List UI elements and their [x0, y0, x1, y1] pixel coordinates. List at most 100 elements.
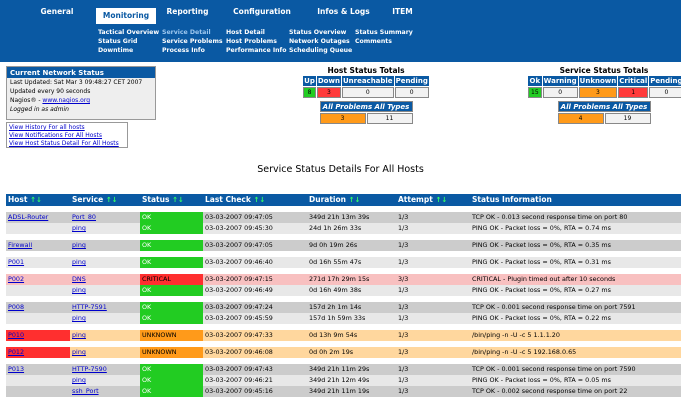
sort-arrows-icon[interactable]: ↑↓: [349, 196, 361, 204]
host-count-up[interactable]: 8: [303, 87, 316, 98]
host-all-problems-header[interactable]: All Problems All Types: [319, 101, 413, 112]
host-all-table: All Problems All Types 3 11: [319, 100, 414, 125]
svc-header-warning[interactable]: Warning: [542, 76, 578, 86]
host-count-down[interactable]: 3: [316, 87, 341, 98]
host-link[interactable]: P013: [8, 365, 24, 373]
host-link[interactable]: P010: [8, 331, 24, 339]
link-view-host-status-detail[interactable]: View Host Status Detail For All Hosts: [9, 140, 125, 148]
status-info: /bin/ping -n -U -c 5 1.1.1.20: [472, 331, 560, 339]
host-link[interactable]: P008: [8, 303, 24, 311]
link-view-history[interactable]: View History For all hosts: [9, 124, 125, 132]
host-link[interactable]: P001: [8, 258, 24, 266]
service-link[interactable]: Port_80: [72, 213, 96, 221]
svc-header-ok[interactable]: Ok: [528, 76, 542, 86]
host-link[interactable]: ADSL-Router: [8, 213, 48, 221]
service-link[interactable]: ping: [72, 348, 86, 356]
link-host-detail[interactable]: Host Detail: [226, 28, 286, 37]
col-status-information-label: Status Information: [472, 195, 552, 204]
duration: 157d 1h 59m 33s: [309, 314, 366, 322]
service-link[interactable]: ssh_Port: [72, 387, 99, 395]
svc-header-unknown[interactable]: Unknown: [578, 76, 618, 86]
col-attempt[interactable]: Attempt ↑↓: [396, 194, 470, 206]
host-count-unreachable[interactable]: 0: [341, 87, 394, 98]
table-row: ping OK 03-03-2007 09:46:49 0d 16h 49m 3…: [6, 285, 681, 296]
col-duration[interactable]: Duration ↑↓: [307, 194, 396, 206]
link-host-problems[interactable]: Host Problems: [226, 37, 286, 46]
link-status-summary[interactable]: Status Summary: [355, 28, 413, 37]
link-scheduling-queue[interactable]: Scheduling Queue: [289, 46, 352, 55]
col-service[interactable]: Service ↑↓: [70, 194, 140, 206]
host-count-pending[interactable]: 0: [394, 87, 429, 98]
host-header-unreachable[interactable]: Unreachable: [341, 76, 394, 86]
host-link[interactable]: P002: [8, 275, 24, 283]
service-status-table: Host ↑↓ Service ↑↓ Status ↑↓ Last Check …: [6, 194, 681, 397]
service-details-title: Service Status Details For All Hosts: [257, 164, 424, 175]
subnav-col-4: Status Overview Network Outages Scheduli…: [289, 28, 352, 55]
sort-arrows-icon[interactable]: ↑↓: [172, 196, 184, 204]
col-status[interactable]: Status ↑↓: [140, 194, 203, 206]
table-row: ssh_Port OK 03-03-2007 09:45:16 349d 21h…: [6, 386, 681, 397]
sort-arrows-icon[interactable]: ↑↓: [435, 196, 447, 204]
svc-all-types-count[interactable]: 19: [604, 113, 651, 124]
svc-all-problems-count[interactable]: 4: [557, 113, 604, 124]
table-row: P002 DNS CRITICAL 03-03-2007 09:47:15 27…: [6, 274, 681, 285]
tab-monitoring[interactable]: Monitoring: [96, 8, 156, 24]
link-comments[interactable]: Comments: [355, 37, 413, 46]
host-all-types-count[interactable]: 11: [366, 113, 413, 124]
host-header-up[interactable]: Up: [303, 76, 316, 86]
link-performance-info[interactable]: Performance Info: [226, 46, 286, 55]
svc-count-ok[interactable]: 15: [528, 87, 542, 98]
link-service-detail[interactable]: Service Detail: [162, 28, 223, 37]
service-status-totals: Service Status Totals Ok Warning Unknown…: [527, 66, 681, 125]
service-link[interactable]: ping: [72, 258, 86, 266]
link-process-info[interactable]: Process Info: [162, 46, 223, 55]
host-link[interactable]: Firewall: [8, 241, 32, 249]
link-service-problems[interactable]: Service Problems: [162, 37, 223, 46]
link-view-notifications[interactable]: View Notifications For All Hosts: [9, 132, 125, 140]
link-status-overview[interactable]: Status Overview: [289, 28, 352, 37]
col-last-check[interactable]: Last Check ↑↓: [203, 194, 307, 206]
sort-arrows-icon[interactable]: ↑↓: [106, 196, 118, 204]
col-host[interactable]: Host ↑↓: [6, 194, 70, 206]
table-row: P010 ping UNKNOWN 03-03-2007 09:47:33 0d…: [6, 330, 681, 341]
svc-header-pending[interactable]: Pending: [649, 76, 681, 86]
host-all-problems-count[interactable]: 3: [319, 113, 366, 124]
tab-reporting[interactable]: Reporting: [160, 0, 215, 24]
sort-arrows-icon[interactable]: ↑↓: [30, 196, 42, 204]
service-link[interactable]: ping: [72, 286, 86, 294]
host-header-pending[interactable]: Pending: [394, 76, 429, 86]
status-badge: OK: [140, 364, 203, 375]
host-link[interactable]: P012: [8, 348, 24, 356]
svc-all-problems-header[interactable]: All Problems All Types: [557, 101, 651, 112]
tab-general[interactable]: General: [22, 0, 92, 24]
tab-configuration[interactable]: Configuration: [226, 0, 298, 24]
tab-infos-logs[interactable]: Infos & Logs: [306, 0, 381, 24]
service-link[interactable]: ping: [72, 376, 86, 384]
link-downtime[interactable]: Downtime: [98, 46, 159, 55]
svc-header-critical[interactable]: Critical: [618, 76, 649, 86]
svc-count-pending[interactable]: 0: [649, 87, 681, 98]
service-link[interactable]: ping: [72, 241, 86, 249]
service-link[interactable]: ping: [72, 224, 86, 232]
svc-count-critical[interactable]: 1: [618, 87, 649, 98]
service-link[interactable]: DNS: [72, 275, 86, 283]
svc-count-unknown[interactable]: 3: [578, 87, 618, 98]
sort-arrows-icon[interactable]: ↑↓: [254, 196, 266, 204]
service-link[interactable]: ping: [72, 314, 86, 322]
col-host-label: Host: [8, 195, 28, 204]
host-header-down[interactable]: Down: [316, 76, 341, 86]
nagios-link[interactable]: www.nagios.org: [42, 97, 90, 104]
host-totals-title: Host Status Totals: [327, 66, 405, 75]
service-link[interactable]: ping: [72, 331, 86, 339]
link-network-outages[interactable]: Network Outages: [289, 37, 352, 46]
service-link[interactable]: HTTP-7590: [72, 365, 107, 373]
service-link[interactable]: HTTP-7591: [72, 303, 107, 311]
status-info: PING OK - Packet loss = 0%, RTA = 0.27 m…: [472, 286, 611, 294]
last-check: 03-03-2007 09:45:30: [205, 224, 273, 232]
tab-item[interactable]: ITEM: [385, 0, 420, 24]
link-status-grid[interactable]: Status Grid: [98, 37, 159, 46]
attempt: 1/3: [398, 303, 409, 311]
svc-count-warning[interactable]: 0: [542, 87, 578, 98]
link-tactical-overview[interactable]: Tactical Overview: [98, 28, 159, 37]
last-check: 03-03-2007 09:47:05: [205, 241, 273, 249]
